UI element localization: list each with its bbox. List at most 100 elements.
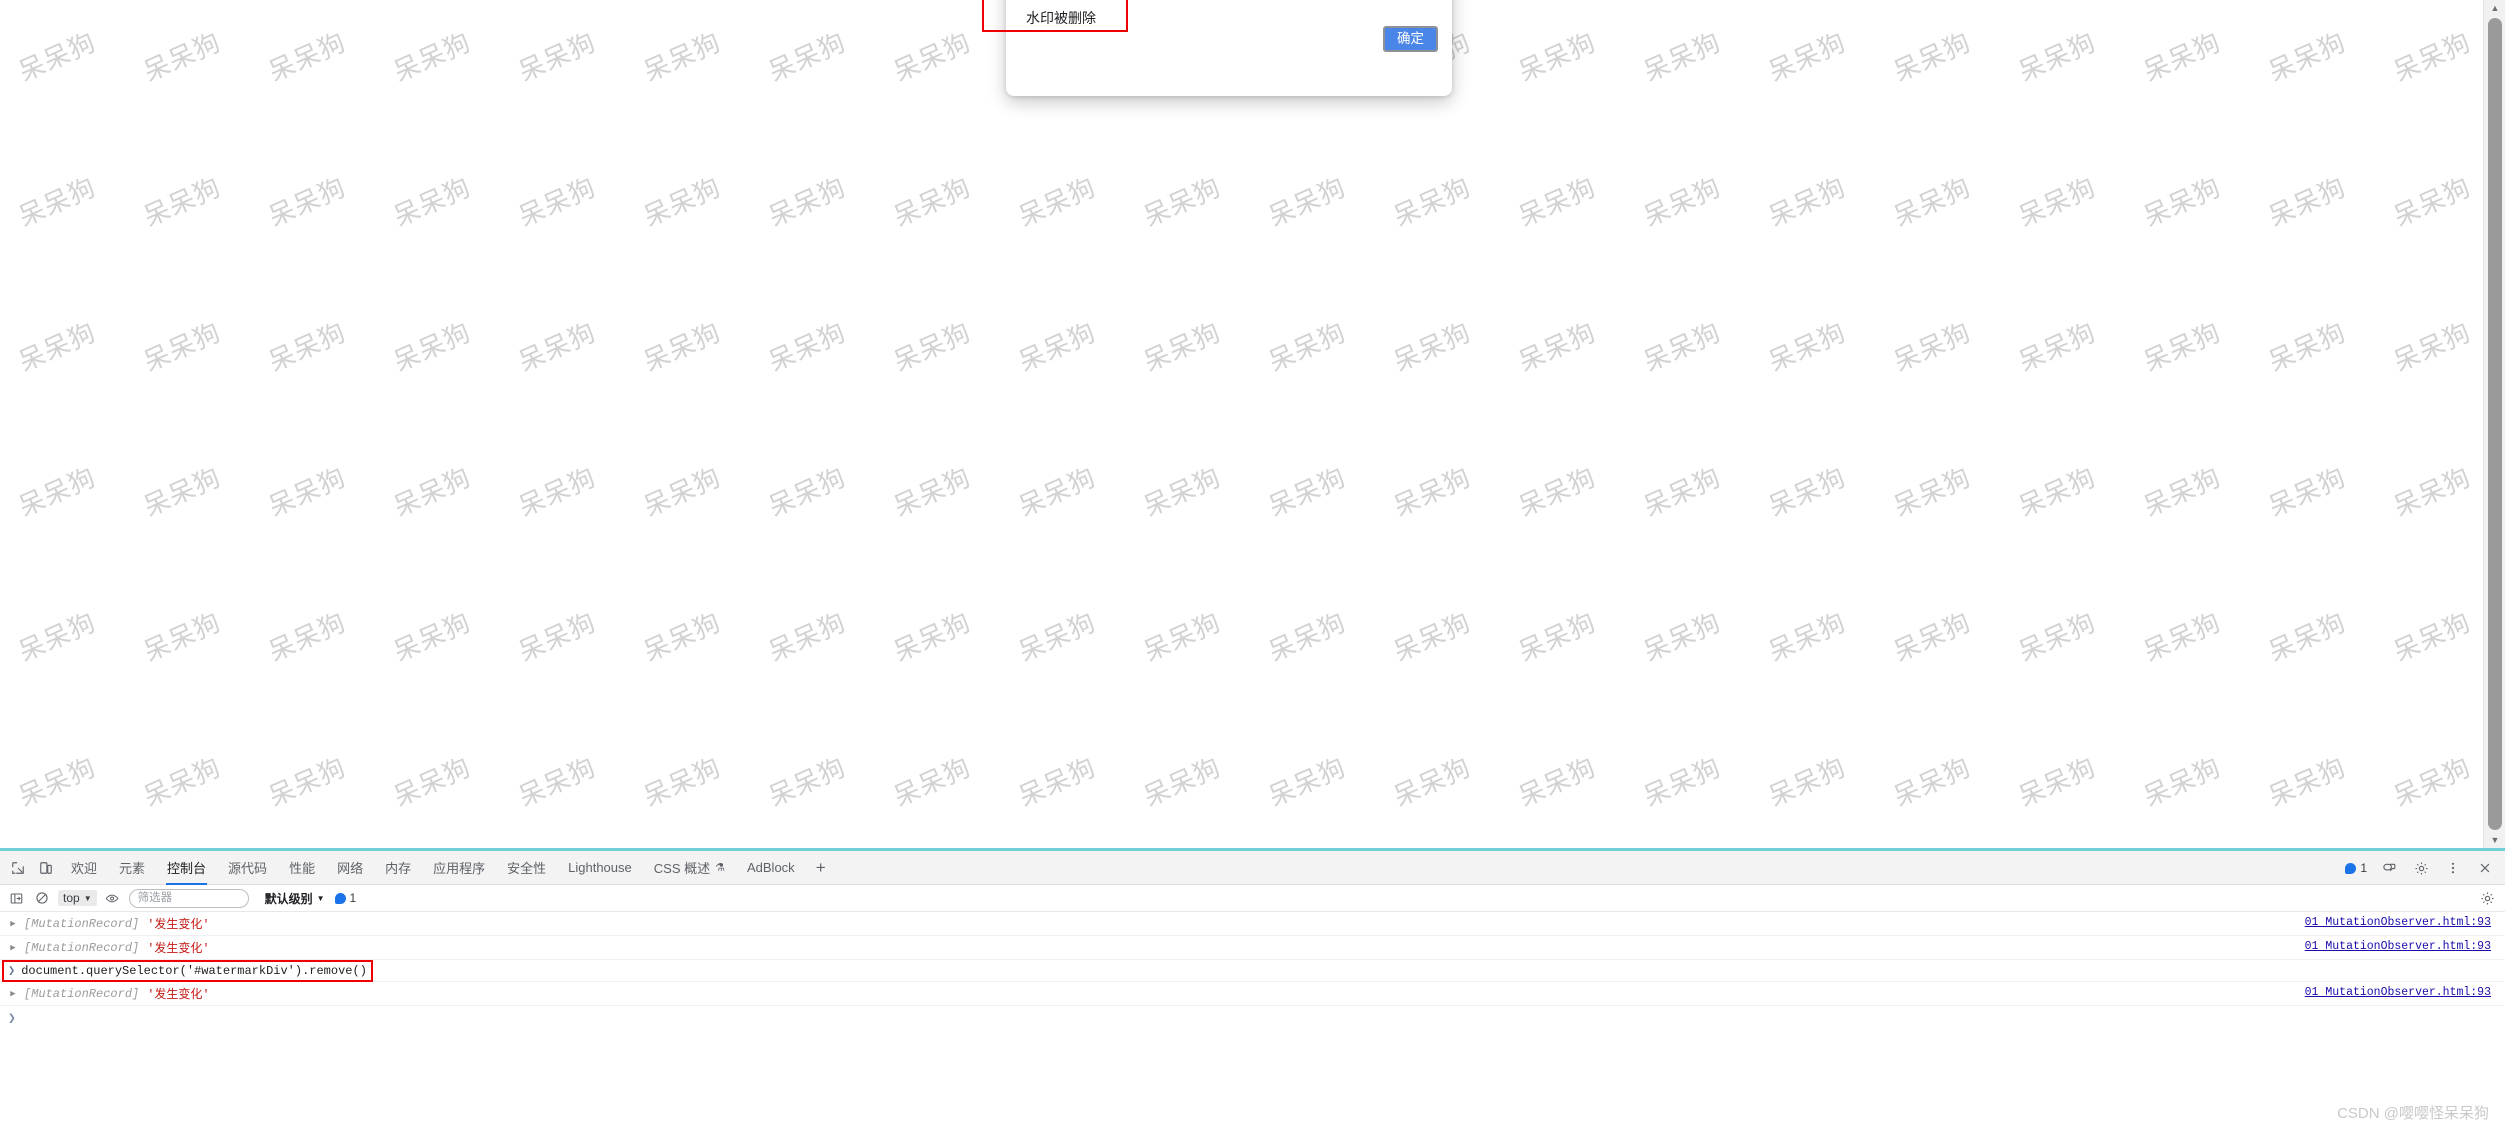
chevron-down-icon: ▼: [83, 893, 92, 903]
watermark-tile: 呆呆狗: [889, 171, 976, 232]
console-log-list[interactable]: ▶ [MutationRecord] '发生变化' 01 MutationObserv…: [0, 912, 2505, 1139]
devtools-tab-label: 网络: [337, 861, 364, 876]
log-source-link[interactable]: 01 MutationObserver.html:93: [2305, 986, 2491, 999]
page-viewport: 呆呆狗 呆呆狗 呆呆狗 呆呆狗 呆呆狗 呆呆狗 呆呆狗 呆呆狗 呆呆狗 呆呆狗 呆呆狗 呆呆狗 呆呆狗呆…: [0, 0, 2505, 848]
live-expression-eye-icon[interactable]: [103, 888, 123, 908]
watermark-tile: 呆呆狗: [2139, 606, 2226, 667]
watermark-tile: 呆呆狗: [764, 606, 851, 667]
watermark-tile: 呆呆狗: [639, 316, 726, 377]
console-log-row[interactable]: ▶ [MutationRecord] '发生变化' 01 MutationObserv…: [0, 982, 2505, 1006]
console-filter-input[interactable]: [128, 888, 249, 908]
watermark-tile: 呆呆狗: [764, 461, 851, 522]
expand-triangle-icon[interactable]: ▶: [8, 989, 18, 999]
csdn-watermark: CSDN @嘤嘤怪呆呆狗: [2337, 1105, 2489, 1122]
watermark-tile: 呆呆狗: [889, 751, 976, 812]
console-log-row[interactable]: ▶ [MutationRecord] '发生变化' 01 MutationObserv…: [0, 936, 2505, 960]
devtools-tab-label: 控制台: [167, 861, 207, 876]
chevron-down-icon: ▼: [316, 893, 325, 903]
devtools-tab-label: 元素: [119, 861, 146, 876]
watermark-tile: 呆呆狗: [1639, 751, 1726, 812]
watermark-tile: 呆呆狗: [14, 316, 101, 377]
watermark-tile: 呆呆狗: [389, 171, 476, 232]
watermark-tile: 呆呆狗: [889, 461, 976, 522]
watermark-tile: 呆呆狗: [639, 606, 726, 667]
watermark-tile: 呆呆狗: [639, 26, 726, 87]
console-toolbar: top ▼ 默认级别 ▼ 1: [0, 885, 2505, 912]
devtools-tabbar-actions: 1: [2341, 851, 2499, 885]
watermark-tile: 呆呆狗: [514, 461, 601, 522]
watermark-tile: 呆呆狗: [889, 26, 976, 87]
add-panel-button[interactable]: +: [806, 851, 836, 885]
devtools-tab-4[interactable]: 性能: [278, 851, 326, 885]
watermark-tile: 呆呆狗: [2389, 316, 2476, 377]
devtools-tab-8[interactable]: 安全性: [496, 851, 557, 885]
watermark-tile: 呆呆狗: [1389, 606, 1476, 667]
more-options-icon[interactable]: [2439, 854, 2467, 882]
close-devtools-icon[interactable]: [2471, 854, 2499, 882]
devtools-tabbar: 欢迎 元素 控制台 源代码 性能 网络 内存 应用程序 安全性 Lighthouse CSS 概述 ⚗…: [0, 851, 2505, 885]
devtools-tab-2[interactable]: 控制台: [156, 851, 217, 885]
expand-triangle-icon[interactable]: ▶: [8, 943, 18, 953]
console-log-row[interactable]: ▶ [MutationRecord] '发生变化' 01 MutationObserv…: [0, 912, 2505, 936]
watermark-tile: 呆呆狗: [1514, 26, 1601, 87]
console-input-row[interactable]: ❯: [0, 1006, 2505, 1030]
clear-console-icon[interactable]: [32, 888, 52, 908]
message-count-badge[interactable]: 1: [2341, 861, 2371, 875]
scrollbar-thumb[interactable]: [2488, 18, 2502, 830]
devtools-tab-6[interactable]: 内存: [374, 851, 422, 885]
dialog-message: 水印被删除: [1026, 10, 1096, 26]
console-command-row[interactable]: ❯ document.querySelector('#watermarkDiv')…: [0, 960, 2505, 982]
scroll-down-arrow-icon[interactable]: ▼: [2484, 832, 2505, 848]
watermark-tile: 呆呆狗: [1639, 171, 1726, 232]
watermark-tile: 呆呆狗: [1639, 461, 1726, 522]
watermark-tile: 呆呆狗: [264, 751, 351, 812]
watermark-tile: 呆呆狗: [264, 26, 351, 87]
log-source-link[interactable]: 01 MutationObserver.html:93: [2305, 940, 2491, 953]
watermark-tile: 呆呆狗: [139, 461, 226, 522]
message-badge-icon: [2345, 862, 2357, 874]
scroll-up-arrow-icon[interactable]: ▲: [2484, 0, 2505, 16]
watermark-tile: 呆呆狗: [1514, 751, 1601, 812]
devtools-tab-11[interactable]: AdBlock: [736, 851, 806, 885]
watermark-tile: 呆呆狗: [14, 606, 101, 667]
dialog-confirm-button[interactable]: 确定: [1383, 26, 1438, 52]
console-issues-badge[interactable]: 1: [331, 891, 361, 905]
watermark-tile: 呆呆狗: [264, 171, 351, 232]
execution-context-dropdown[interactable]: top ▼: [58, 890, 97, 906]
log-source-link[interactable]: 01 MutationObserver.html:93: [2305, 916, 2491, 929]
watermark-tile: 呆呆狗: [2014, 751, 2101, 812]
watermark-tile: 呆呆狗: [389, 751, 476, 812]
watermark-tile: 呆呆狗: [1389, 171, 1476, 232]
watermark-tile: 呆呆狗: [2014, 316, 2101, 377]
inspect-element-icon[interactable]: [4, 854, 32, 882]
devtools-tab-label: 性能: [289, 861, 316, 876]
watermark-tile: 呆呆狗: [1014, 316, 1101, 377]
devtools-tab-5[interactable]: 网络: [326, 851, 374, 885]
watermark-tile: 呆呆狗: [264, 606, 351, 667]
console-settings-gear-icon[interactable]: [2477, 889, 2497, 909]
settings-gear-icon[interactable]: [2407, 854, 2435, 882]
devtools-tab-label: 内存: [385, 861, 412, 876]
watermark-tile: 呆呆狗: [1264, 171, 1351, 232]
devtools-tab-10[interactable]: CSS 概述 ⚗: [643, 851, 736, 885]
devtools-tab-9[interactable]: Lighthouse: [557, 851, 643, 885]
watermark-tile: 呆呆狗: [139, 26, 226, 87]
watermark-tile: 呆呆狗: [389, 316, 476, 377]
devtools-tab-7[interactable]: 应用程序: [422, 851, 496, 885]
log-value: '发生变化': [147, 988, 210, 1002]
watermark-tile: 呆呆狗: [514, 26, 601, 87]
devtools-tab-0[interactable]: 欢迎: [60, 851, 108, 885]
page-scrollbar[interactable]: ▲ ▼: [2483, 0, 2505, 848]
devtools-tab-label: 欢迎: [71, 861, 98, 876]
feedback-icon[interactable]: [2375, 854, 2403, 882]
log-level-dropdown[interactable]: 默认级别 ▼: [265, 890, 325, 907]
watermark-tile: 呆呆狗: [1764, 171, 1851, 232]
devtools-tab-1[interactable]: 元素: [108, 851, 156, 885]
watermark-tile: 呆呆狗: [514, 171, 601, 232]
devtools-tab-3[interactable]: 源代码: [217, 851, 278, 885]
devtools-tab-label: 应用程序: [433, 861, 486, 876]
devtools-tab-label: CSS 概述: [653, 861, 711, 876]
expand-triangle-icon[interactable]: ▶: [8, 919, 18, 929]
device-toolbar-icon[interactable]: [32, 854, 60, 882]
console-sidebar-toggle-icon[interactable]: [6, 888, 26, 908]
